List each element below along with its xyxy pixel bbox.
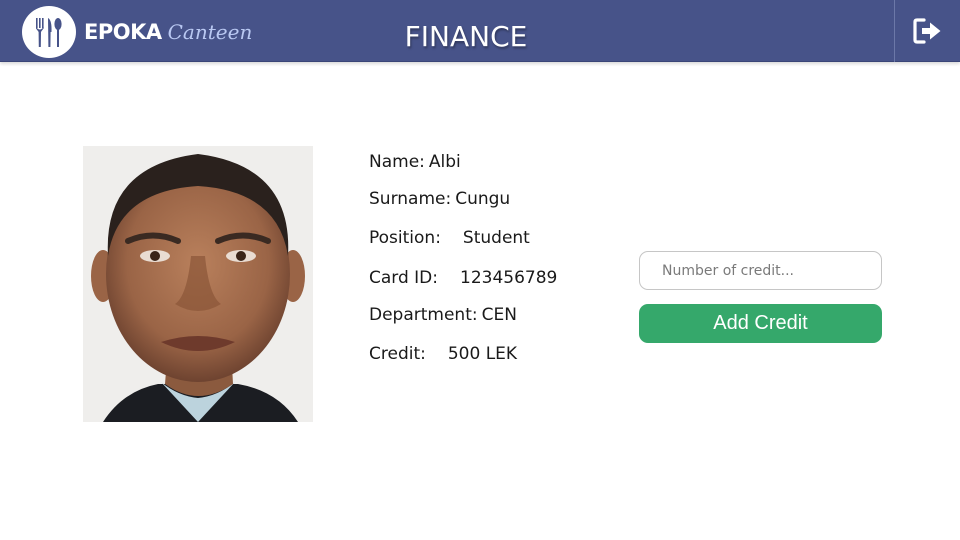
credit-amount-input[interactable] [639,251,882,290]
profile-position: Position: Student [369,228,530,248]
field-value: CEN [481,305,517,325]
field-label: Credit: [369,344,426,364]
field-label: Department: [369,305,478,325]
profile-name: Name: Albi [369,152,461,172]
field-label: Surname: [369,189,452,209]
app-header: EPOKA Canteen FINANCE [0,0,960,62]
profile-photo [83,146,313,422]
sign-out-icon [912,18,940,44]
profile-credit: Credit: 500 LEK [369,344,517,364]
field-label: Position: [369,228,441,248]
field-value: Student [462,228,530,248]
portrait-photo [83,146,313,422]
field-value: Cungu [455,189,511,209]
page-title: FINANCE [404,20,528,53]
field-value: 500 LEK [447,344,518,364]
profile-card-id: Card ID: 123456789 [369,268,557,288]
profile-department: Department: CEN [369,305,517,325]
field-label: Name: [369,152,425,172]
field-value: Albi [428,152,461,172]
add-credit-button[interactable]: Add Credit [639,304,882,343]
field-value: 123456789 [460,268,558,288]
profile-surname: Surname: Cungu [369,189,510,209]
logout-button[interactable] [894,0,960,62]
field-label: Card ID: [369,268,439,288]
